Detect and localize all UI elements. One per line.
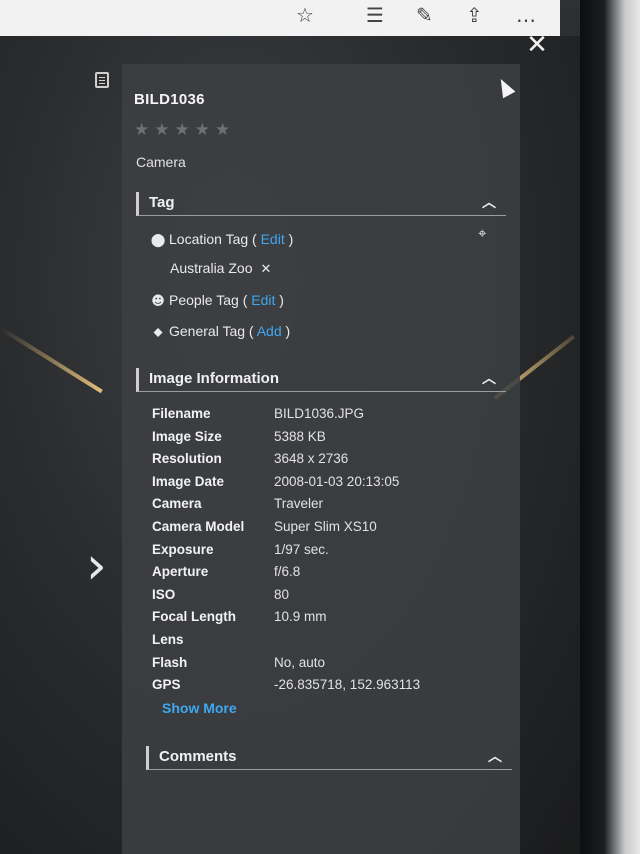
general-tag-label: General Tag ( [169, 323, 254, 339]
info-value: BILD1036.JPG [274, 406, 365, 421]
info-value: -26.835718, 152.963113 [274, 677, 421, 693]
people-tag-label: People Tag ( [169, 292, 248, 308]
browser-toolbar: ☆ ☰ ✎ ⇪ … [0, 0, 560, 37]
edit-location-link[interactable]: Edit [261, 231, 285, 247]
info-key: Exposure [152, 541, 214, 557]
location-tag-row: ⬤ Location Tag ( Edit ) [150, 231, 294, 248]
add-general-tag-link[interactable]: Add [257, 323, 282, 339]
info-value: Super Slim XS10 [274, 518, 377, 534]
tag-icon: ⬥ [153, 325, 163, 340]
info-key: Aperture [152, 564, 209, 580]
location-tag-value: Australia Zoo ✕ [170, 260, 271, 277]
chevron-up-icon[interactable]: ︿ [482, 192, 496, 214]
info-key: ISO [152, 586, 176, 602]
info-key: Image Date [152, 473, 225, 489]
people-tag-row: ☻ People Tag ( Edit ) [150, 292, 284, 309]
close-icon[interactable]: ✕ [524, 32, 550, 58]
info-row-camera: Camera Traveler [152, 496, 420, 519]
info-value: 80 [274, 586, 290, 602]
person-icon: ☻ [151, 294, 165, 309]
info-key: Resolution [152, 451, 222, 467]
share-icon[interactable]: ⇪ [466, 0, 483, 36]
tag-section-title: Tag [149, 194, 175, 211]
comments-section-header[interactable]: Comments ︿ [146, 746, 512, 770]
info-row-focal-length: Focal Length 10.9 mm [152, 609, 420, 632]
camera-label: Camera [136, 154, 186, 170]
screen-bezel [580, 0, 640, 854]
map-pin-icon: ⬤ [150, 233, 166, 248]
info-row-aperture: Aperture f/6.8 [152, 564, 420, 587]
info-row-image-date: Image Date 2008-01-03 20:13:05 [152, 474, 420, 497]
info-value: f/6.8 [274, 564, 301, 580]
info-key: Filename [152, 406, 211, 421]
reading-list-icon[interactable]: ☰ [366, 0, 384, 36]
info-row-filename: Filename BILD1036.JPG [152, 406, 420, 429]
info-row-gps: GPS -26.835718, 152.963113 [152, 677, 420, 700]
rating-stars[interactable]: ★★★★★ [134, 120, 235, 140]
image-info-table: Filename BILD1036.JPG Image Size 5388 KB R… [152, 406, 420, 700]
location-value-text: Australia Zoo [170, 260, 253, 276]
location-tag-label: Location Tag ( [169, 231, 257, 247]
general-tag-close-paren: ) [285, 323, 291, 339]
comments-section-title: Comments [159, 748, 237, 765]
image-info-section-header[interactable]: Image Information ︿ [136, 368, 506, 392]
image-info-section-title: Image Information [149, 370, 280, 387]
image-title: BILD1036 [134, 91, 205, 108]
info-row-image-size: Image Size 5388 KB [152, 429, 420, 452]
remove-location-icon[interactable]: ✕ [260, 262, 271, 277]
info-key: Image Size [152, 428, 222, 444]
info-key: Camera [152, 496, 202, 512]
light-reflection [0, 326, 103, 394]
info-key: Flash [152, 654, 188, 670]
general-tag-row: ⬥ General Tag ( Add ) [150, 323, 290, 340]
info-key: Camera Model [152, 518, 245, 534]
star-icon[interactable]: ☆ [296, 0, 314, 36]
tag-section-header[interactable]: Tag ︿ [136, 192, 506, 216]
info-value: 10.9 mm [274, 609, 327, 625]
info-key: Lens [152, 631, 184, 647]
info-panel: BILD1036 ★★★★★ Camera Tag ︿ ⬤ Location Ta… [122, 64, 520, 854]
info-value: Traveler [274, 496, 324, 512]
info-row-lens: Lens [152, 632, 420, 655]
location-tag-close-paren: ) [288, 231, 294, 247]
next-arrow-icon[interactable]: › [86, 540, 122, 592]
info-row-iso: ISO 80 [152, 587, 420, 610]
info-key: GPS [152, 677, 181, 693]
pen-icon[interactable]: ✎ [416, 0, 433, 36]
edit-people-link[interactable]: Edit [251, 292, 275, 308]
info-value: No, auto [274, 654, 326, 670]
info-value: 1/97 sec. [274, 541, 329, 557]
info-panel-toggle-icon[interactable] [95, 72, 109, 88]
info-value: 5388 KB [274, 428, 326, 444]
people-tag-close-paren: ) [279, 292, 284, 308]
chevron-up-icon[interactable]: ︿ [482, 368, 496, 390]
info-row-flash: Flash No, auto [152, 655, 420, 678]
info-row-resolution: Resolution 3648 x 2736 [152, 451, 420, 474]
map-location-icon[interactable]: ⌖ [478, 224, 498, 244]
show-more-link[interactable]: Show More [162, 700, 237, 716]
chevron-up-icon[interactable]: ︿ [488, 746, 502, 768]
info-row-exposure: Exposure 1/97 sec. [152, 542, 420, 565]
info-value: 2008-01-03 20:13:05 [274, 473, 400, 489]
info-value: 3648 x 2736 [274, 451, 349, 467]
info-row-camera-model: Camera Model Super Slim XS10 [152, 519, 420, 542]
info-key: Focal Length [152, 609, 236, 625]
